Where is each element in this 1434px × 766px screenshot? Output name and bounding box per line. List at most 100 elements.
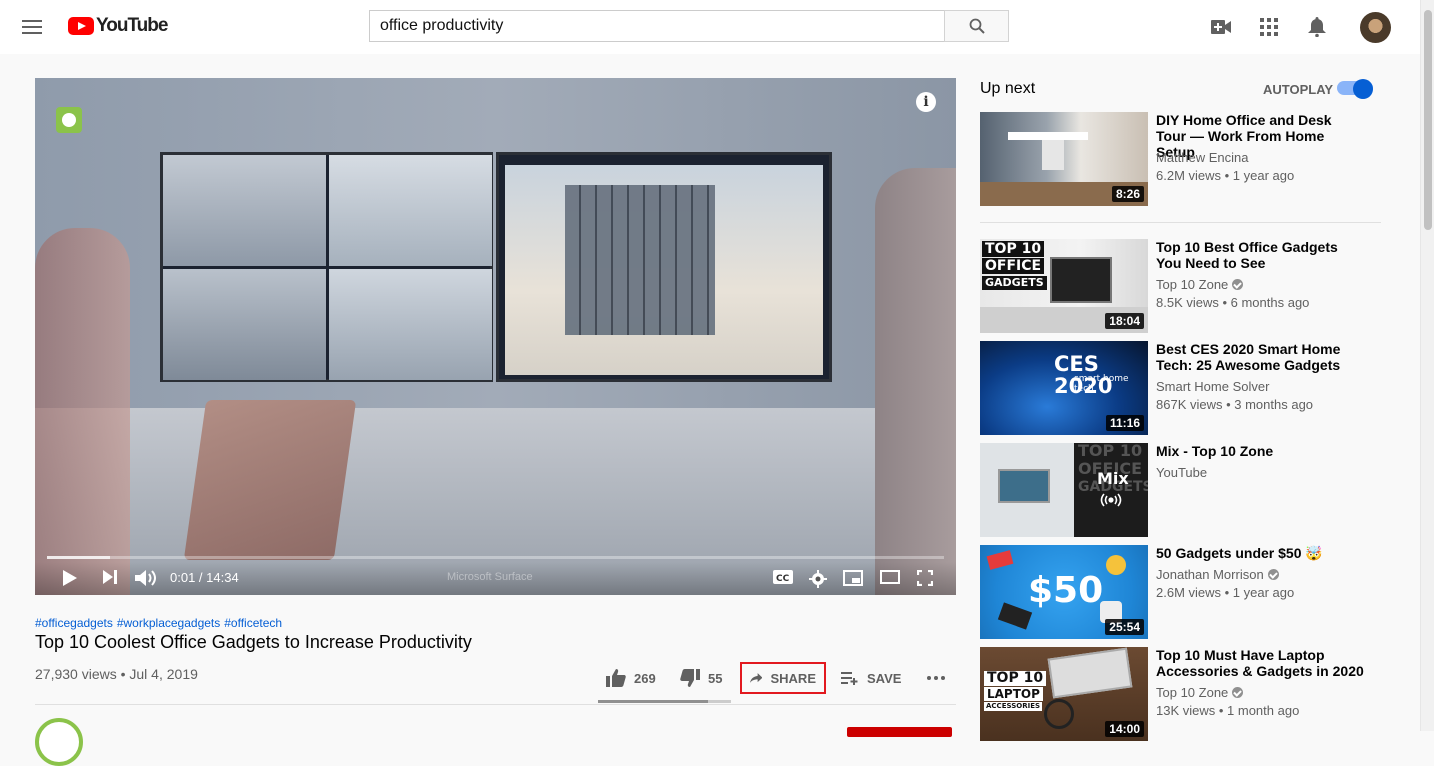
duration-badge: 8:26 [1111, 186, 1144, 202]
item-title[interactable]: Mix - Top 10 Zone [1156, 443, 1364, 459]
save-label: SAVE [867, 670, 902, 686]
share-label: SHARE [770, 670, 816, 686]
mix-label: Mix [1097, 469, 1129, 488]
thumbnail-text: LAPTOP [984, 687, 1043, 701]
share-button[interactable]: SHARE [740, 662, 826, 694]
scrollbar-thumb[interactable] [1424, 10, 1432, 230]
channel-watermark-icon[interactable] [56, 107, 82, 133]
apps-icon[interactable] [1258, 16, 1280, 38]
sentiment-bar [598, 700, 731, 703]
thumbnail-text: $50 [1028, 570, 1104, 611]
thumbnail-text: OFFICE [982, 258, 1045, 274]
list-item[interactable]: TOP 10 LAPTOP ACCESSORIES 14:00 Top 10 M… [980, 647, 1380, 741]
divider [35, 704, 956, 705]
video-watermark: Microsoft Surface [447, 571, 533, 583]
theater-mode-icon[interactable] [880, 570, 900, 584]
duration-badge: 14:00 [1105, 721, 1144, 737]
like-count: 269 [634, 670, 656, 686]
item-title[interactable]: Best CES 2020 Smart Home Tech: 25 Awesom… [1156, 341, 1364, 373]
video-thumbnail[interactable]: TOP 10 LAPTOP ACCESSORIES 14:00 [980, 647, 1148, 741]
share-arrow-icon [750, 673, 763, 683]
hashtag-link[interactable]: #officetech [224, 616, 282, 630]
item-title[interactable]: Top 10 Best Office Gadgets You Need to S… [1156, 239, 1364, 271]
item-channel[interactable]: Matthew Encina [1156, 150, 1249, 165]
play-icon[interactable] [63, 570, 77, 586]
autoplay-label: AUTOPLAY [1263, 82, 1334, 97]
video-thumbnail[interactable]: CES 2020 smart home tech 11:16 [980, 341, 1148, 435]
avatar[interactable] [1360, 12, 1391, 43]
thumbnail-text: smart home tech [1074, 374, 1129, 394]
list-item[interactable]: 8:26 DIY Home Office and Desk Tour — Wor… [980, 112, 1380, 206]
search-input[interactable]: office productivity [369, 10, 945, 42]
thumbnail-text: TOP 10 [984, 671, 1047, 686]
hashtag-link[interactable]: #officegadgets [35, 616, 113, 630]
list-item[interactable]: $50 25:54 50 Gadgets under $50 🤯 Jonatha… [980, 545, 1380, 639]
item-meta: 6.2M views • 1 year ago [1156, 168, 1295, 183]
item-channel[interactable]: Top 10 Zone [1156, 277, 1244, 292]
divider [980, 222, 1381, 223]
search-icon [969, 18, 985, 34]
channel-avatar[interactable] [35, 718, 83, 766]
svg-text:CC: CC [776, 574, 790, 584]
youtube-logo[interactable]: YouTube [68, 15, 168, 37]
video-frame-person-left [35, 228, 130, 595]
miniplayer-icon[interactable] [843, 570, 863, 586]
autoplay-toggle-knob[interactable] [1353, 79, 1373, 99]
up-next-heading: Up next [980, 80, 1036, 97]
duration-badge: 11:16 [1105, 415, 1144, 431]
item-meta: 8.5K views • 6 months ago [1156, 295, 1310, 310]
item-meta: 2.6M views • 1 year ago [1156, 585, 1295, 600]
verified-icon [1267, 569, 1279, 580]
sentiment-bar-fill [598, 700, 709, 703]
page-scrollbar[interactable] [1420, 0, 1434, 731]
dislike-button[interactable]: 55 [680, 662, 722, 694]
subscribe-button[interactable] [847, 727, 952, 737]
notifications-icon[interactable] [1306, 16, 1328, 38]
item-meta: 867K views • 3 months ago [1156, 397, 1314, 412]
player-controls: 0:01 / 14:34 Microsoft Surface CC [35, 562, 956, 595]
playlist-add-icon [841, 672, 858, 685]
info-icon[interactable]: i [916, 92, 936, 112]
thumbnail-text: TOP 10 [1078, 443, 1143, 460]
item-channel[interactable]: Jonathan Morrison [1156, 567, 1279, 582]
video-player[interactable]: i 0:01 / 14:34 Microsoft Surface CC [35, 78, 956, 595]
like-button[interactable]: 269 [606, 662, 656, 694]
fullscreen-icon[interactable] [917, 570, 933, 586]
video-frame-right-screen [496, 152, 832, 382]
item-channel[interactable]: Smart Home Solver [1156, 379, 1269, 394]
more-actions-button[interactable] [926, 662, 954, 694]
settings-gear-icon[interactable] [809, 570, 827, 588]
video-thumbnail[interactable]: $50 25:54 [980, 545, 1148, 639]
item-title[interactable]: 50 Gadgets under $50 🤯 [1156, 545, 1364, 561]
thumbnail-text: GADGETS [982, 276, 1047, 290]
verified-icon [1232, 279, 1244, 290]
volume-icon[interactable] [135, 570, 157, 586]
progress-bar-fill [47, 556, 110, 559]
video-thumbnail[interactable]: TOP 10 OFFICE GADGETS 18:04 [980, 239, 1148, 333]
progress-bar[interactable] [47, 556, 944, 559]
thumbnail-text: ACCESSORIES [984, 702, 1043, 711]
next-icon[interactable] [103, 570, 117, 584]
thumbs-down-icon [680, 669, 700, 687]
captions-icon[interactable]: CC [773, 570, 793, 584]
create-video-icon[interactable] [1210, 16, 1232, 38]
item-channel[interactable]: YouTube [1156, 465, 1207, 480]
thumbs-up-icon [606, 669, 626, 687]
menu-icon[interactable] [22, 17, 42, 37]
list-item[interactable]: TOP 10 OFFICE GADGETS Mix Mix - Top 10 Z… [980, 443, 1380, 537]
video-frame-person-right [875, 168, 956, 595]
item-channel[interactable]: Top 10 Zone [1156, 685, 1244, 700]
time-display: 0:01 / 14:34 [170, 570, 239, 585]
item-title[interactable]: Top 10 Must Have Laptop Accessories & Ga… [1156, 647, 1364, 679]
thumbnail-text: TOP 10 [982, 241, 1045, 257]
hashtag-link[interactable]: #workplacegadgets [117, 616, 220, 630]
video-title: Top 10 Coolest Office Gadgets to Increas… [35, 632, 472, 652]
list-item[interactable]: CES 2020 smart home tech 11:16 Best CES … [980, 341, 1380, 435]
video-thumbnail[interactable]: TOP 10 OFFICE GADGETS Mix [980, 443, 1148, 537]
video-thumbnail[interactable]: 8:26 [980, 112, 1148, 206]
search-button[interactable] [944, 10, 1009, 42]
save-button[interactable]: SAVE [841, 662, 901, 694]
masthead: YouTube office productivity [0, 0, 1420, 54]
list-item[interactable]: TOP 10 OFFICE GADGETS 18:04 Top 10 Best … [980, 239, 1380, 333]
video-frame-laptop [183, 400, 357, 560]
